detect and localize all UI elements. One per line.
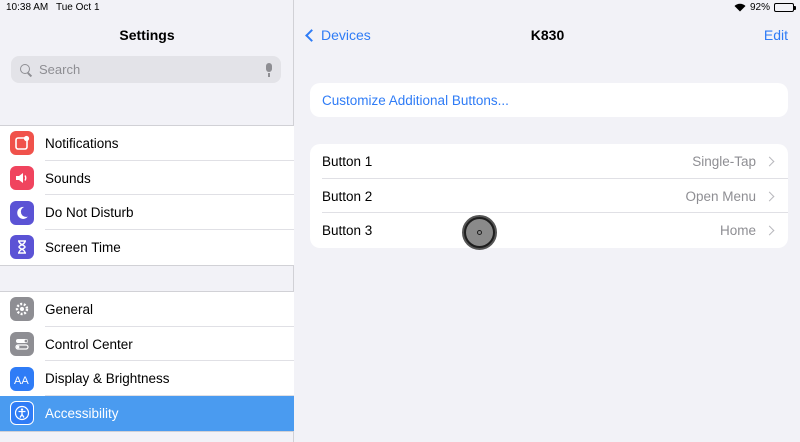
button-row-3[interactable]: Button 3 Home [310, 213, 788, 248]
sidebar-group-1: Notifications Sounds Do Not Disturb Scre… [0, 125, 294, 266]
moon-icon [10, 200, 34, 225]
edit-button[interactable]: Edit [764, 27, 788, 43]
touch-cursor [462, 215, 497, 250]
button-row-label: Button 2 [322, 188, 373, 204]
customize-additional-buttons-link[interactable]: Customize Additional Buttons... [310, 83, 788, 117]
sidebar-item-label: Display & Brightness [45, 371, 170, 387]
sidebar-item-screen-time[interactable]: Screen Time [0, 230, 294, 265]
sidebar-item-label: Control Center [45, 336, 133, 352]
touch-cursor-inner [466, 219, 493, 246]
button-row-1[interactable]: Button 1 Single-Tap [310, 144, 788, 179]
button-row-value: Single-Tap [692, 153, 756, 169]
gear-icon [10, 297, 34, 322]
button-row-value: Open Menu [685, 188, 756, 204]
sidebar-item-label: Sounds [45, 170, 91, 186]
wifi-icon [734, 3, 746, 12]
sidebar-group-2: General Control Center AA Display & Brig… [0, 291, 294, 432]
sidebar-item-label: Do Not Disturb [45, 205, 134, 221]
sidebar-item-do-not-disturb[interactable]: Do Not Disturb [0, 195, 294, 230]
status-date: Tue Oct 1 [56, 2, 100, 13]
customize-card: Customize Additional Buttons... [310, 83, 788, 117]
sidebar-item-accessibility[interactable]: Accessibility [0, 396, 294, 431]
button-row-label: Button 1 [322, 153, 373, 169]
button-row-value: Home [719, 223, 756, 239]
chevron-left-icon [305, 28, 318, 42]
status-right: 92% [734, 2, 796, 13]
notifications-icon [10, 131, 34, 156]
button-row-label: Button 3 [322, 223, 373, 239]
search-bar[interactable] [11, 56, 281, 83]
svg-text:AA: AA [14, 375, 29, 387]
sidebar-item-label: Accessibility [45, 405, 119, 421]
sidebar-item-label: General [45, 301, 94, 317]
chevron-right-icon [764, 156, 775, 167]
sidebar-item-sounds[interactable]: Sounds [0, 161, 294, 196]
settings-sidebar: Settings Notifications Sounds Do Not Dis… [0, 0, 294, 442]
battery-percent: 92% [749, 2, 770, 13]
sidebar-item-label: Screen Time [45, 239, 121, 255]
battery-icon [774, 3, 796, 12]
sidebar-item-control-center[interactable]: Control Center [0, 327, 294, 362]
search-icon [19, 63, 33, 77]
status-time: 10:38 AM [6, 2, 49, 13]
sidebar-item-general[interactable]: General [0, 292, 294, 327]
touch-cursor-dot [477, 230, 482, 235]
back-label: Devices [321, 27, 371, 43]
hourglass-icon [10, 235, 34, 260]
button-row-2[interactable]: Button 2 Open Menu [310, 179, 788, 214]
sidebar-title: Settings [119, 27, 175, 43]
sidebar-item-label: Notifications [45, 135, 119, 151]
back-button[interactable]: Devices [305, 27, 371, 43]
search-input[interactable] [39, 62, 265, 77]
status-bar: 10:38 AM Tue Oct 1 92% [0, 0, 800, 16]
buttons-list: Button 1 Single-Tap Button 2 Open Menu B… [310, 144, 788, 249]
accessibility-icon [10, 401, 34, 426]
sidebar-item-display-brightness[interactable]: AA Display & Brightness [0, 361, 294, 396]
detail-pane: Devices K830 Edit Customize Additional B… [295, 0, 800, 442]
toggles-icon [10, 332, 34, 357]
microphone-icon[interactable] [265, 62, 273, 77]
text-size-icon: AA [10, 366, 34, 391]
sounds-icon [10, 166, 34, 191]
chevron-right-icon [764, 225, 775, 236]
chevron-right-icon [764, 191, 775, 201]
sidebar-item-notifications[interactable]: Notifications [0, 126, 294, 161]
